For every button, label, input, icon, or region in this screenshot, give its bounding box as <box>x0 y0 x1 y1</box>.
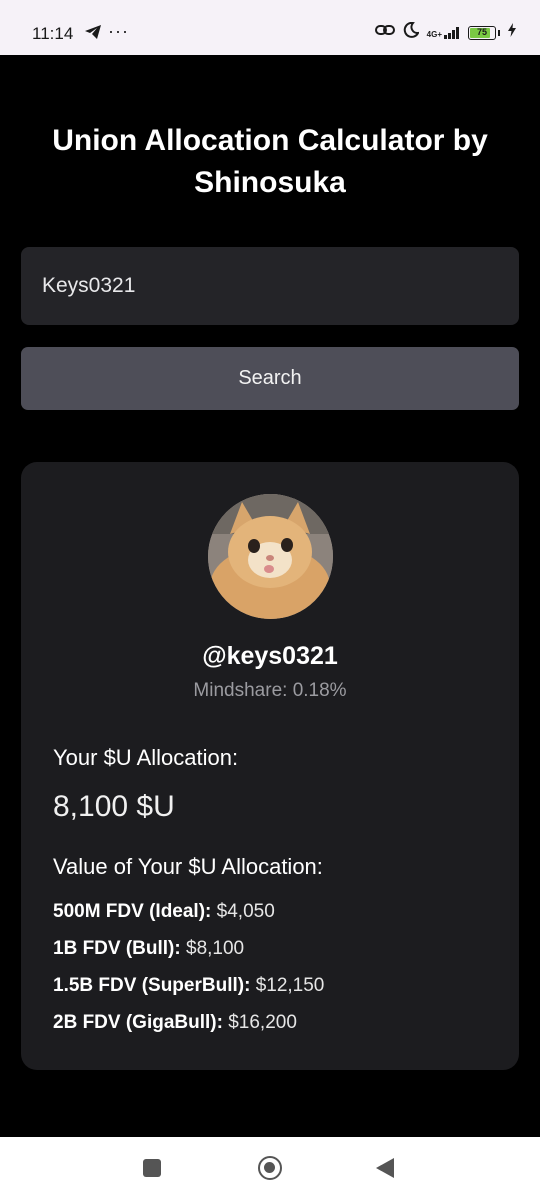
battery-level: 75 <box>476 26 487 37</box>
status-icons: 4G+ 75 <box>374 21 516 43</box>
valuation-row: 500M FDV (Ideal): $4,050 <box>53 900 324 937</box>
username-handle: @keys0321 <box>202 642 338 670</box>
battery-icon: 75 <box>468 25 496 40</box>
valuation-row: 2B FDV (GigaBull): $16,200 <box>53 1011 324 1048</box>
system-navigation-bar <box>0 1137 540 1199</box>
search-button[interactable]: Search <box>21 347 519 410</box>
allocation-value: 8,100 $U <box>53 790 175 823</box>
valuation-label: 2B FDV (GigaBull): <box>53 1012 223 1033</box>
search-input[interactable] <box>21 247 519 325</box>
valuation-row: 1B FDV (Bull): $8,100 <box>53 937 324 974</box>
valuation-value: $12,150 <box>255 975 325 996</box>
do-not-disturb-moon-icon <box>403 21 420 43</box>
valuation-value: $8,100 <box>186 938 245 959</box>
link-icon <box>374 23 395 42</box>
allocation-label: Your $U Allocation: <box>53 745 239 770</box>
mindshare-text: Mindshare: 0.18% <box>193 680 347 701</box>
page-title: Union Allocation Calculator by Shinosuka <box>52 124 488 199</box>
valuation-row: 1.5B FDV (SuperBull): $12,150 <box>53 974 324 1011</box>
valuation-label: 1.5B FDV (SuperBull): <box>53 975 251 996</box>
signal-icon: 4G+ <box>426 26 460 39</box>
profile-card: @keys0321 Mindshare: 0.18% Your $U Alloc… <box>21 462 519 1070</box>
more-notifications-icon: ··· <box>108 21 129 41</box>
back-triangle-icon[interactable] <box>376 1158 394 1178</box>
status-time: 11:14 <box>32 24 74 43</box>
valuation-heading: Value of Your $U Allocation: <box>53 854 323 879</box>
network-type-label: 4G+ <box>426 29 442 39</box>
home-circle-icon[interactable] <box>258 1156 282 1180</box>
valuation-label: 500M FDV (Ideal): <box>53 901 212 922</box>
recents-square-icon[interactable] <box>143 1159 161 1177</box>
status-bar: 11:14 ··· 4G+ 75 <box>0 0 540 55</box>
valuation-list: 500M FDV (Ideal): $4,050 1B FDV (Bull): … <box>53 900 324 1048</box>
avatar <box>208 494 333 619</box>
valuation-value: $4,050 <box>216 901 275 922</box>
charging-bolt-icon <box>508 23 516 42</box>
valuation-value: $16,200 <box>228 1012 297 1033</box>
battery-tip <box>498 29 500 36</box>
telegram-icon <box>85 25 101 44</box>
valuation-label: 1B FDV (Bull): <box>53 938 181 959</box>
